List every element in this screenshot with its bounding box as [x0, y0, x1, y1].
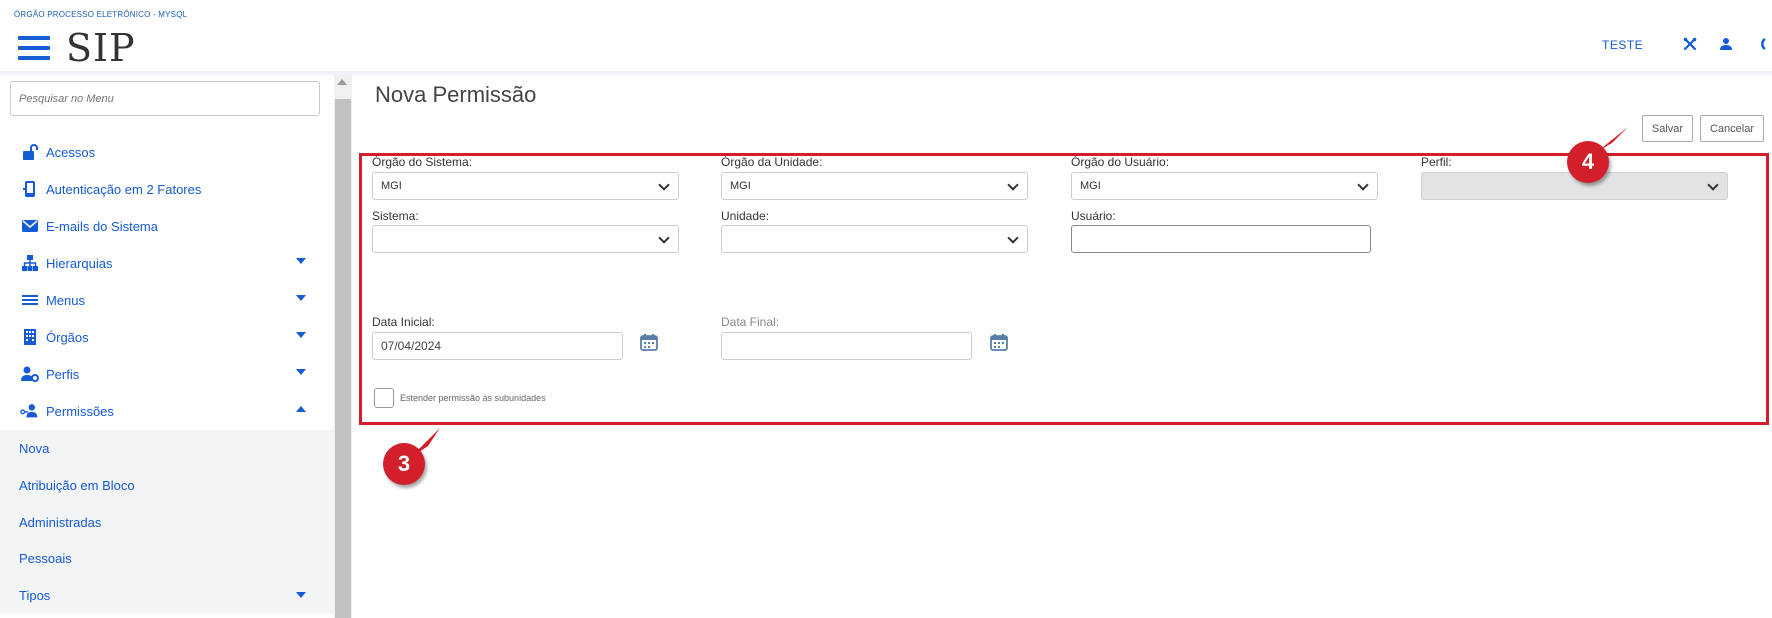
orgao-usuario-select[interactable]: MGI — [1071, 172, 1378, 200]
save-button[interactable]: Salvar — [1642, 115, 1693, 142]
envelope-icon — [20, 216, 40, 236]
logout-icon[interactable] — [1752, 34, 1772, 54]
sistema-label: Sistema: — [372, 209, 419, 223]
orgao-usuario-label: Órgão do Usuário: — [1071, 155, 1170, 169]
sidebar-item-label: Acessos — [46, 144, 96, 160]
usuario-label: Usuário: — [1071, 209, 1116, 223]
chevron-down-icon — [296, 592, 306, 598]
orgao-unidade-select[interactable]: MGI — [721, 172, 1028, 200]
chevron-down-icon — [1007, 232, 1019, 244]
select-value: MGI — [730, 180, 751, 192]
user-key-icon — [20, 401, 40, 421]
data-inicial-label: Data Inicial: — [372, 315, 435, 329]
unidade-select[interactable] — [721, 225, 1028, 253]
sidebar-item-label: Hierarquias — [46, 255, 113, 271]
sidebar-item-perfis[interactable]: Perfis — [0, 356, 334, 392]
sidebar-item-orgaos[interactable]: Órgãos — [0, 319, 334, 355]
sistema-select[interactable] — [372, 225, 679, 253]
unlock-icon — [20, 142, 40, 162]
menu-search-input[interactable] — [10, 81, 320, 116]
sidebar-item-label: Órgãos — [46, 329, 89, 345]
sidebar-subitem-tipos[interactable]: Tipos — [0, 577, 334, 614]
sidebar-item-permissoes[interactable]: Permissões — [0, 393, 334, 429]
chevron-down-icon — [1707, 179, 1719, 191]
sitemap-icon — [20, 253, 40, 273]
sidebar-subitem-atribuicao-bloco[interactable]: Atribuição em Bloco — [0, 467, 334, 504]
user-gear-icon — [20, 364, 40, 384]
chevron-down-icon — [296, 295, 306, 301]
sidebar-subitem-label: Tipos — [19, 588, 51, 603]
user-icon[interactable] — [1716, 34, 1736, 54]
chevron-down-icon — [296, 258, 306, 264]
data-final-label: Data Final: — [721, 315, 780, 329]
chevron-down-icon — [658, 179, 670, 191]
chevron-down-icon — [658, 232, 670, 244]
annotation-badge-4: 4 — [1567, 141, 1609, 183]
sidebar: Acessos Autenticação em 2 Fatores E-mail… — [0, 75, 352, 618]
sidebar-subitem-pessoais[interactable]: Pessoais — [0, 540, 334, 577]
chevron-down-icon — [296, 332, 306, 338]
sidebar-item-emails[interactable]: E-mails do Sistema — [0, 208, 334, 244]
scroll-thumb[interactable] — [335, 99, 351, 618]
sidebar-subitem-administradas[interactable]: Administradas — [0, 504, 334, 541]
unidade-label: Unidade: — [721, 209, 770, 223]
scroll-up-arrow-icon[interactable] — [337, 79, 347, 85]
page-title: Nova Permissão — [375, 82, 537, 107]
sidebar-subitem-label: Pessoais — [19, 551, 72, 566]
cancel-button[interactable]: Cancelar — [1700, 115, 1764, 142]
sidebar-subitem-label: Atribuição em Bloco — [19, 478, 135, 493]
user-name-link[interactable]: TESTE — [1602, 38, 1643, 52]
chevron-down-icon — [1357, 179, 1369, 191]
chevron-up-icon — [296, 406, 306, 412]
sidebar-item-menus[interactable]: Menus — [0, 282, 334, 318]
sidebar-subitem-label: Administradas — [19, 515, 102, 530]
tools-icon[interactable] — [1680, 34, 1700, 54]
list-icon — [20, 290, 40, 310]
estender-permissao-checkbox[interactable] — [374, 388, 394, 408]
hamburger-menu-icon[interactable] — [18, 36, 50, 62]
chevron-down-icon — [1007, 179, 1019, 191]
sidebar-item-autenticacao[interactable]: Autenticação em 2 Fatores — [0, 171, 334, 207]
sidebar-subitem-nova[interactable]: Nova — [0, 430, 334, 467]
sidebar-item-label: Perfis — [46, 366, 80, 382]
annotation-badge-3: 3 — [383, 443, 425, 485]
mobile-icon — [20, 179, 40, 199]
sidebar-subitem-label: Nova — [19, 441, 50, 456]
chevron-down-icon — [296, 369, 306, 375]
select-value: MGI — [1080, 180, 1101, 192]
sidebar-item-label: E-mails do Sistema — [46, 218, 158, 234]
sidebar-item-label: Permissões — [46, 403, 114, 419]
top-header: ÓRGÃO PROCESSO ELETRÔNICO - MYSQL SIP TE… — [0, 0, 1772, 75]
perfil-label: Perfil: — [1421, 155, 1452, 169]
sidebar-item-hierarquias[interactable]: Hierarquias — [0, 245, 334, 281]
select-value: MGI — [381, 180, 402, 192]
org-name: ÓRGÃO PROCESSO ELETRÔNICO - MYSQL — [14, 10, 188, 19]
data-inicial-input[interactable]: 07/04/2024 — [372, 332, 623, 360]
orgao-unidade-label: Órgão da Unidade: — [721, 155, 823, 169]
sidebar-item-label: Menus — [46, 292, 86, 308]
calendar-icon[interactable] — [990, 333, 1008, 351]
estender-permissao-label: Estender permissão às subunidades — [400, 393, 546, 403]
orgao-sistema-select[interactable]: MGI — [372, 172, 679, 200]
app-logo[interactable]: SIP — [66, 26, 136, 70]
sidebar-scrollbar[interactable] — [334, 75, 352, 618]
sidebar-item-acessos[interactable]: Acessos — [0, 134, 334, 170]
orgao-sistema-label: Órgão do Sistema: — [372, 155, 473, 169]
calendar-icon[interactable] — [640, 333, 658, 351]
data-final-input[interactable] — [721, 332, 972, 360]
usuario-input[interactable] — [1071, 225, 1371, 253]
building-icon — [20, 327, 40, 347]
sidebar-item-label: Autenticação em 2 Fatores — [46, 181, 202, 197]
